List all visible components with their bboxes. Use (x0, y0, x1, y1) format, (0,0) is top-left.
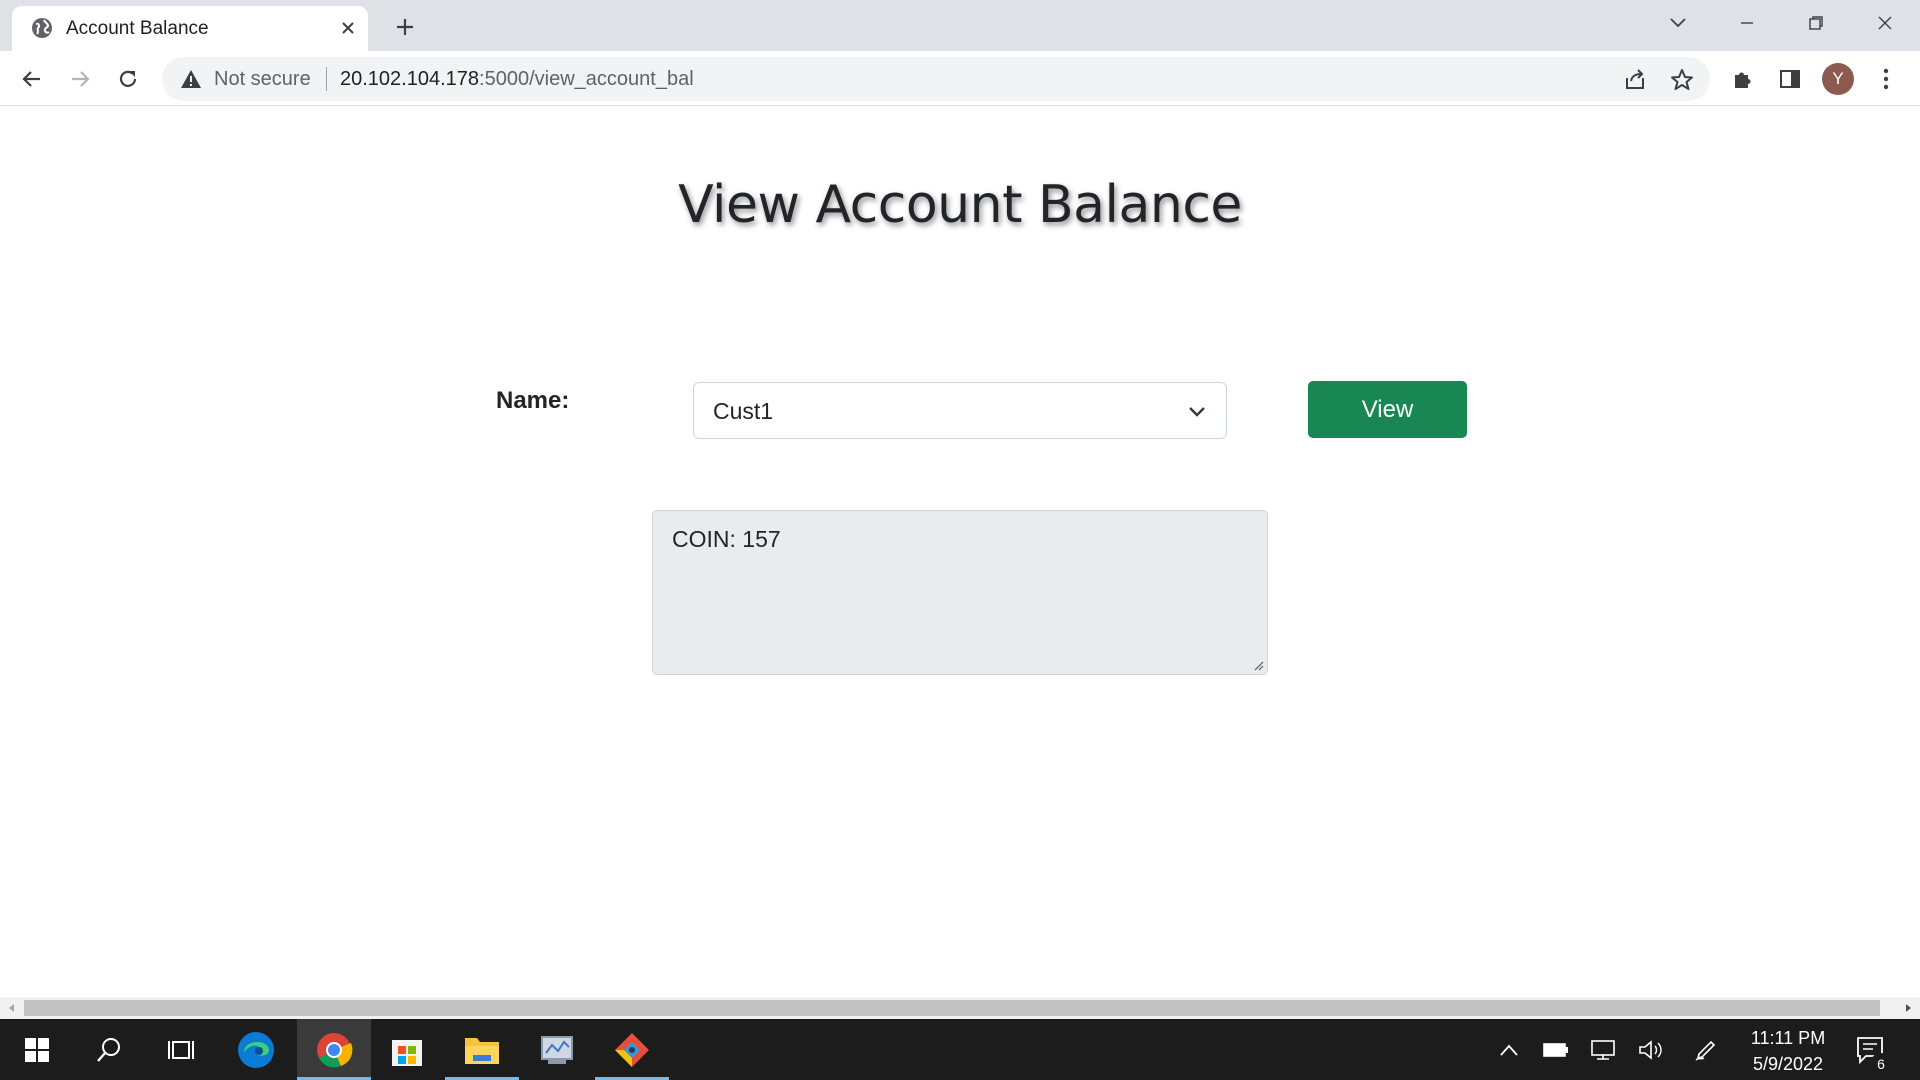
control-panel-icon[interactable] (520, 1019, 594, 1080)
url-host: 20.102.104.178 (340, 68, 480, 90)
name-label: Name: (496, 387, 570, 414)
not-secure-label[interactable]: Not secure (214, 68, 311, 91)
address-separator (326, 67, 327, 91)
new-tab-icon[interactable] (390, 12, 420, 42)
windows-start-icon[interactable] (0, 1019, 74, 1080)
page-content: View Account Balance Name: Cust1 View CO… (0, 107, 1920, 997)
globe-icon (32, 18, 52, 38)
task-view-icon[interactable] (144, 1019, 218, 1080)
pen-icon[interactable] (1692, 1037, 1720, 1063)
menu-kebab-icon[interactable] (1870, 63, 1902, 95)
warning-icon[interactable] (180, 69, 202, 89)
tab-strip: Account Balance (0, 0, 1920, 51)
result-text: COIN: 157 (672, 526, 781, 552)
close-window-icon[interactable] (1868, 8, 1902, 38)
address-bar[interactable]: Not secure 20.102.104.178:5000/view_acco… (162, 57, 1710, 101)
search-icon[interactable] (72, 1019, 146, 1080)
side-panel-icon[interactable] (1774, 63, 1806, 95)
horizontal-scrollbar[interactable] (0, 997, 1920, 1019)
file-explorer-icon[interactable] (445, 1019, 519, 1080)
bookmark-star-icon[interactable] (1669, 67, 1695, 93)
page-title: View Account Balance (678, 175, 1242, 235)
microsoft-store-icon[interactable] (370, 1019, 444, 1080)
edge-icon[interactable] (219, 1019, 293, 1080)
restore-icon[interactable] (1799, 8, 1833, 38)
name-select[interactable]: Cust1 (693, 382, 1227, 439)
scroll-left-icon[interactable] (6, 1002, 18, 1014)
git-icon[interactable] (595, 1019, 669, 1080)
url-path: :5000/view_account_bal (479, 68, 694, 90)
reload-icon[interactable] (112, 63, 144, 95)
tab-search-icon[interactable] (1661, 8, 1695, 38)
name-select-value: Cust1 (713, 398, 774, 424)
profile-avatar[interactable]: Y (1822, 63, 1854, 95)
windows-taskbar: 11:11 PM 5/9/2022 6 (0, 1019, 1920, 1080)
battery-icon[interactable] (1542, 1037, 1570, 1063)
scroll-right-icon[interactable] (1902, 1002, 1914, 1014)
chevron-up-icon[interactable] (1495, 1037, 1523, 1063)
tab-title: Account Balance (66, 18, 209, 39)
forward-icon[interactable] (64, 63, 96, 95)
browser-tab[interactable]: Account Balance (12, 6, 368, 51)
scrollbar-thumb[interactable] (24, 1000, 1880, 1016)
clock-date: 5/9/2022 (1752, 1054, 1824, 1074)
minimize-icon[interactable] (1730, 8, 1764, 38)
notification-count-badge: 6 (1870, 1053, 1892, 1075)
back-icon[interactable] (16, 63, 48, 95)
address-url[interactable]: 20.102.104.178:5000/view_account_bal (340, 68, 694, 91)
browser-toolbar: Not secure 20.102.104.178:5000/view_acco… (0, 51, 1920, 106)
volume-icon[interactable] (1636, 1037, 1664, 1063)
extensions-icon[interactable] (1727, 63, 1759, 95)
clock-time: 11:11 PM (1750, 1028, 1826, 1048)
resize-grip-icon[interactable] (1252, 659, 1264, 671)
chrome-icon[interactable] (297, 1019, 371, 1080)
view-button[interactable]: View (1308, 381, 1467, 438)
chevron-down-icon (1189, 407, 1205, 417)
share-icon[interactable] (1622, 67, 1648, 93)
taskbar-clock[interactable]: 11:11 PM 5/9/2022 (1740, 1025, 1836, 1077)
close-tab-icon[interactable] (336, 16, 360, 40)
network-icon[interactable] (1589, 1037, 1617, 1063)
result-textarea[interactable]: COIN: 157 (652, 510, 1268, 675)
